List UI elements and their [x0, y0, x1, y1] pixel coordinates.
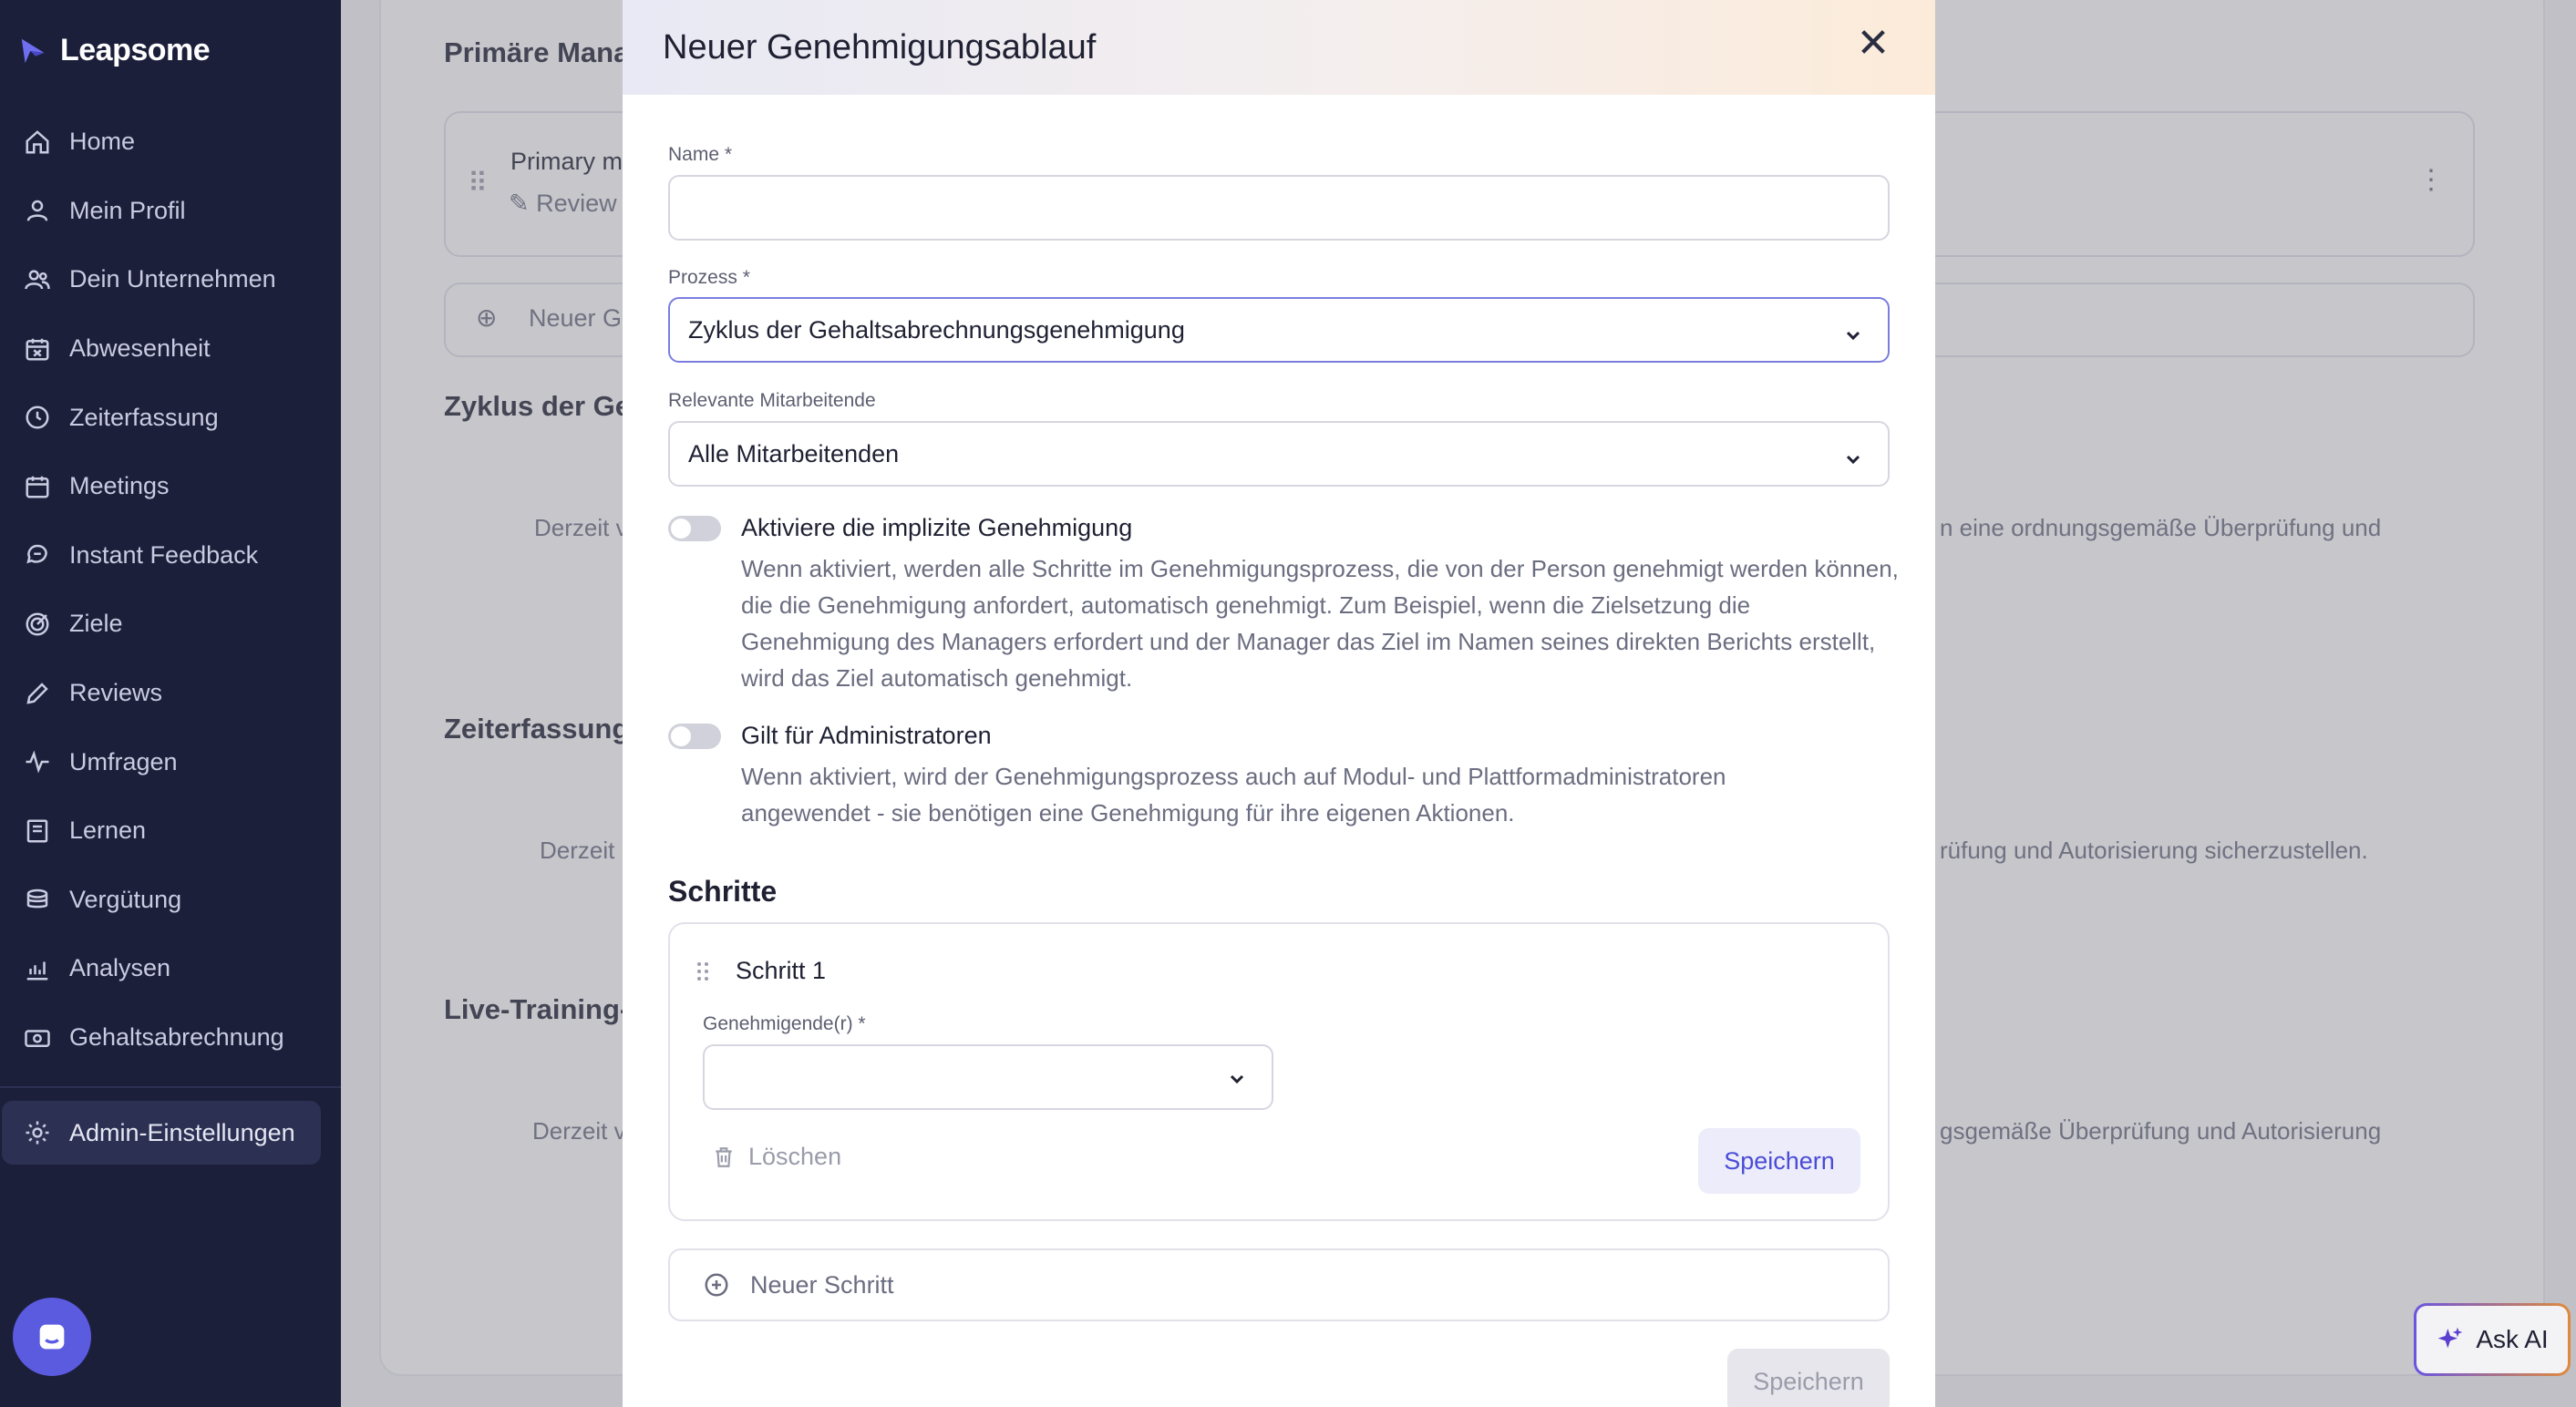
employees-select-value: Alle Mitarbeitenden — [688, 439, 900, 467]
sidebar-item-profile[interactable]: Mein Profil — [0, 177, 341, 246]
new-step-label: Neuer Schritt — [750, 1270, 894, 1299]
sidebar-item-label: Ziele — [69, 610, 123, 638]
ask-ai-label: Ask AI — [2476, 1325, 2549, 1353]
pulse-icon — [24, 748, 51, 775]
brand-name: Leapsome — [60, 33, 211, 67]
user-icon — [24, 197, 51, 224]
sidebar-nav: Home Mein Profil Dein Unternehmen Abwese… — [0, 108, 341, 1072]
implicit-approval-title: Aktiviere die implizite Genehmigung — [741, 514, 1133, 541]
sidebar-item-admin-settings[interactable]: Admin-Einstellungen — [2, 1101, 321, 1165]
name-input[interactable] — [668, 175, 1890, 241]
save-flow-button[interactable]: Speichern — [1727, 1349, 1890, 1407]
sidebar-item-reviews[interactable]: Reviews — [0, 659, 341, 728]
sidebar-item-label: Dein Unternehmen — [69, 265, 276, 293]
steps-section-title: Schritte — [668, 875, 778, 908]
sidebar-item-label: Instant Feedback — [69, 540, 259, 569]
chevron-down-icon — [1228, 1070, 1246, 1088]
clock-icon — [24, 404, 51, 431]
sidebar-item-label: Mein Profil — [69, 196, 186, 224]
sidebar-item-label: Umfragen — [69, 747, 178, 775]
name-label: Name * — [668, 144, 733, 165]
gear-icon — [26, 1121, 49, 1145]
home-icon — [24, 128, 51, 156]
ask-ai-inner: Ask AI — [2416, 1306, 2568, 1373]
modal-title: Neuer Genehmigungsablauf — [663, 27, 1097, 67]
step-card: Schritt 1 Genehmigende(r) * Löschen Spei… — [668, 922, 1890, 1221]
sidebar-item-company[interactable]: Dein Unternehmen — [0, 245, 341, 314]
drag-handle-icon[interactable] — [696, 960, 710, 987]
process-label: Prozess * — [668, 267, 750, 288]
sidebar-item-surveys[interactable]: Umfragen — [0, 727, 341, 796]
sidebar-item-compensation[interactable]: Vergütung — [0, 866, 341, 935]
sidebar-item-label: Gehaltsabrechnung — [69, 1023, 284, 1052]
admin-approval-title: Gilt für Administratoren — [741, 722, 992, 749]
sidebar-item-payroll[interactable]: Gehaltsabrechnung — [0, 1003, 341, 1073]
delete-step-button[interactable]: Löschen — [712, 1143, 841, 1171]
save-step-button[interactable]: Speichern — [1698, 1128, 1860, 1194]
admin-approval-toggle[interactable] — [668, 724, 721, 749]
sidebar-item-label: Zeiterfassung — [69, 403, 219, 431]
chart-icon — [24, 955, 51, 982]
sidebar-item-label: Reviews — [69, 679, 163, 707]
pen-icon — [24, 680, 51, 707]
chevron-down-icon — [1844, 447, 1862, 465]
sidebar-item-label: Home — [69, 128, 136, 156]
plus-circle-icon — [705, 1273, 728, 1297]
chat-icon — [24, 541, 51, 569]
calendar-x-icon — [24, 335, 51, 363]
step-title: Schritt 1 — [736, 957, 827, 984]
process-select[interactable]: Zyklus der Gehaltsabrechnungsgenehmigung — [668, 297, 1890, 363]
sidebar-item-analytics[interactable]: Analysen — [0, 934, 341, 1003]
chevron-down-icon — [1844, 323, 1862, 341]
support-chat-button[interactable] — [13, 1298, 91, 1376]
coins-icon — [24, 886, 51, 913]
close-icon — [1861, 30, 1885, 54]
new-step-button[interactable]: Neuer Schritt — [668, 1248, 1890, 1321]
approver-label: Genehmigende(r) * — [703, 1013, 866, 1034]
cash-icon — [24, 1024, 51, 1052]
admin-approval-description: Wenn aktiviert, wird der Genehmigungspro… — [741, 763, 1726, 827]
sidebar-item-goals[interactable]: Ziele — [0, 590, 341, 659]
delete-step-label: Löschen — [748, 1143, 842, 1170]
process-select-value: Zyklus der Gehaltsabrechnungsgenehmigung — [688, 315, 1185, 344]
ask-ai-button[interactable]: Ask AI — [2414, 1303, 2571, 1376]
sidebar-item-instant-feedback[interactable]: Instant Feedback — [0, 521, 341, 591]
calendar-icon — [24, 473, 51, 500]
sidebar-item-meetings[interactable]: Meetings — [0, 452, 341, 521]
toggle-knob — [671, 519, 691, 539]
implicit-approval-description: Wenn aktiviert, werden alle Schritte im … — [741, 555, 1899, 692]
sparkle-icon — [2437, 1327, 2463, 1349]
employees-select[interactable]: Alle Mitarbeitenden — [668, 421, 1890, 487]
new-approval-flow-modal: Neuer Genehmigungsablauf Name * Prozess … — [623, 0, 1935, 1407]
sidebar: Leapsome Home Mein Profil Dein Unternehm… — [0, 0, 341, 1407]
modal-header: Neuer Genehmigungsablauf — [623, 0, 1935, 95]
sidebar-divider — [0, 1086, 341, 1088]
target-icon — [24, 611, 51, 638]
sidebar-item-home[interactable]: Home — [0, 108, 341, 177]
sidebar-item-time-tracking[interactable]: Zeiterfassung — [0, 383, 341, 452]
sidebar-item-label: Meetings — [69, 472, 170, 500]
close-button[interactable] — [1855, 24, 1891, 60]
sidebar-item-label: Lernen — [69, 816, 147, 845]
implicit-approval-toggle[interactable] — [668, 516, 721, 541]
users-icon — [24, 266, 51, 293]
sidebar-item-label: Analysen — [69, 954, 171, 982]
brand-logo[interactable]: Leapsome — [18, 33, 211, 68]
sidebar-item-label: Admin-Einstellungen — [69, 1118, 295, 1146]
trash-icon — [716, 1146, 732, 1167]
leapsome-logo-icon — [21, 38, 45, 63]
sidebar-item-learning[interactable]: Lernen — [0, 796, 341, 866]
approver-select[interactable] — [703, 1044, 1273, 1110]
chat-support-icon — [39, 1324, 65, 1350]
employees-label: Relevante Mitarbeitende — [668, 390, 876, 411]
sidebar-item-label: Vergütung — [69, 885, 182, 913]
toggle-knob — [671, 726, 691, 746]
sidebar-item-label: Abwesenheit — [69, 334, 211, 363]
book-icon — [24, 817, 51, 845]
sidebar-item-absence[interactable]: Abwesenheit — [0, 314, 341, 384]
